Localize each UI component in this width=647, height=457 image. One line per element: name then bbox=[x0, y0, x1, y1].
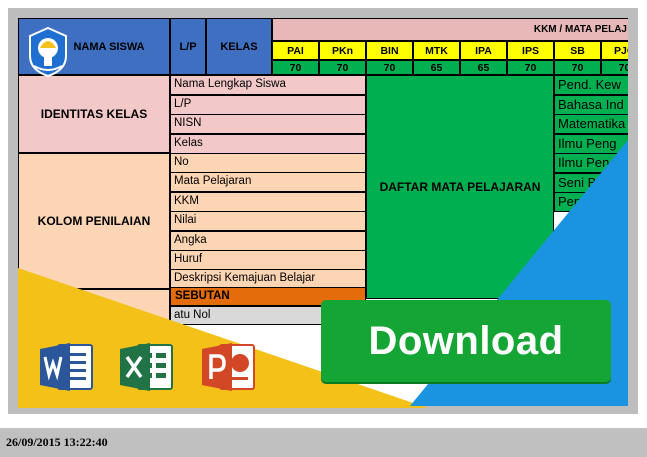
kkm-value-pai: 70 bbox=[272, 60, 319, 75]
penilaian-item: No bbox=[170, 153, 366, 173]
word-icon[interactable] bbox=[38, 341, 94, 393]
subject-header-ips: IPS bbox=[507, 41, 554, 60]
kkm-value-bin: 70 bbox=[366, 60, 413, 75]
identitas-item: NISN bbox=[170, 114, 366, 134]
kkm-value-pkn: 70 bbox=[319, 60, 366, 75]
penilaian-item: Angka bbox=[170, 230, 366, 251]
download-button[interactable]: Download bbox=[321, 300, 611, 382]
subject-header-pjo: PJO bbox=[601, 41, 628, 60]
identitas-item: Nama Lengkap Siswa bbox=[170, 75, 366, 95]
powerpoint-icon[interactable] bbox=[200, 341, 256, 393]
kkm-value-pjo: 70 bbox=[601, 60, 628, 75]
kkm-value-mtk: 65 bbox=[413, 60, 460, 75]
kkm-value-ips: 70 bbox=[507, 60, 554, 75]
identitas-kelas-title: IDENTITAS KELAS bbox=[18, 75, 170, 153]
excel-icon[interactable] bbox=[118, 341, 174, 393]
penilaian-item: Nilai bbox=[170, 211, 366, 232]
subject-header-sb: SB bbox=[554, 41, 601, 60]
identitas-item: Kelas bbox=[170, 133, 366, 154]
subject-header-ipa: IPA bbox=[460, 41, 507, 60]
subject-header-bin: BIN bbox=[366, 41, 413, 60]
daftar-item: Ilmu Peng bbox=[554, 133, 628, 154]
subject-header-pai: PAI bbox=[272, 41, 319, 60]
penilaian-item: KKM bbox=[170, 191, 366, 212]
identitas-item: L/P bbox=[170, 94, 366, 115]
kolom-penilaian-title: KOLOM PENILAIAN bbox=[18, 153, 170, 289]
header-kkm: KKM / MATA PELAJ bbox=[272, 18, 628, 41]
daftar-item: Pend. Kew bbox=[554, 75, 628, 95]
status-bar: 26/09/2015 13:22:40 bbox=[0, 428, 647, 457]
penilaian-item: Mata Pelajaran bbox=[170, 172, 366, 193]
penilaian-item: Huruf bbox=[170, 250, 366, 270]
daftar-item: Matematika bbox=[554, 114, 628, 134]
status-timestamp: 26/09/2015 13:22:40 bbox=[6, 435, 108, 449]
tut-wuri-handayani-logo bbox=[29, 26, 67, 78]
kkm-value-sb: 70 bbox=[554, 60, 601, 75]
subject-header-mtk: MTK bbox=[413, 41, 460, 60]
header-kelas: KELAS bbox=[206, 18, 272, 75]
header-lp: L/P bbox=[170, 18, 206, 75]
subject-header-pkn: PKn bbox=[319, 41, 366, 60]
kkm-value-ipa: 65 bbox=[460, 60, 507, 75]
daftar-item: Bahasa Ind bbox=[554, 94, 628, 115]
